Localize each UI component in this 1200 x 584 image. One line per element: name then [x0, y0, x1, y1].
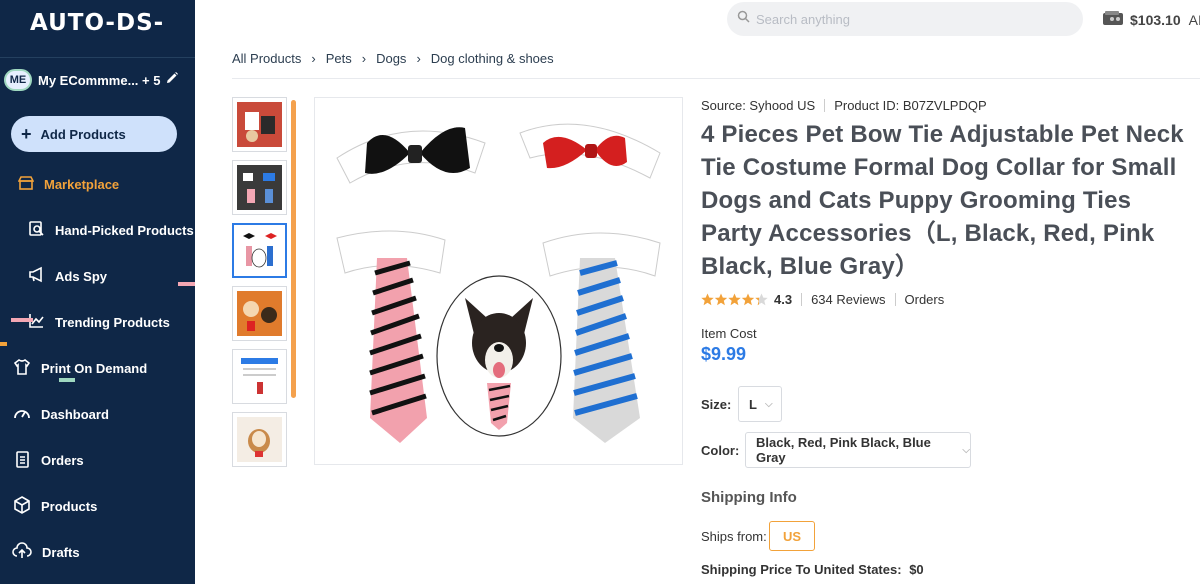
thumbnail-6[interactable]: [232, 412, 287, 467]
add-products-label: Add Products: [40, 126, 126, 142]
add-products-button[interactable]: + Add Products: [11, 116, 177, 152]
gauge-icon: [13, 404, 31, 425]
orders-count: Orders: [904, 292, 945, 307]
product-rating: 4.3 634 Reviews Orders: [701, 292, 944, 307]
sidebar-item-label: Hand-Picked Products: [55, 222, 194, 238]
color-select[interactable]: Black, Red, Pink Black, Blue Gray ⌵: [745, 432, 971, 468]
shipping-price: Shipping Price To United States: $0: [701, 562, 924, 577]
reviews-count[interactable]: 634 Reviews: [811, 292, 885, 307]
decorative-highlight: [11, 318, 33, 322]
search-bar[interactable]: [727, 2, 1083, 36]
product-meta: Source: Syhood US Product ID: B07ZVLPDQP: [701, 98, 987, 113]
size-label: Size:: [701, 397, 732, 412]
breadcrumb-all-products[interactable]: All Products: [232, 51, 301, 66]
sidebar-item-label: Drafts: [42, 544, 80, 560]
size-select[interactable]: L ⌵: [738, 386, 782, 422]
sidebar-item-drafts[interactable]: Drafts: [0, 537, 195, 567]
pencil-icon[interactable]: [165, 71, 179, 90]
breadcrumb-dogs[interactable]: Dogs: [376, 51, 406, 66]
thumbnail-4[interactable]: [232, 286, 287, 341]
rating-score: 4.3: [774, 292, 793, 307]
store-icon: [17, 175, 35, 194]
sidebar-item-label: Orders: [41, 452, 84, 468]
thumbnail-2[interactable]: [232, 160, 287, 215]
hand-picked-icon: [28, 220, 45, 240]
sidebar-item-marketplace[interactable]: Marketplace: [0, 169, 195, 199]
thumbnail-1[interactable]: [232, 97, 287, 152]
star-rating: [701, 293, 769, 306]
item-cost-value: $9.99: [701, 344, 747, 364]
sidebar-item-label: Marketplace: [44, 176, 120, 192]
sidebar-item-orders[interactable]: Orders: [0, 445, 195, 475]
sidebar-item-hand-picked-products[interactable]: Hand-Picked Products: [0, 215, 195, 245]
wallet-balance[interactable]: $103.10 AI:: [1102, 10, 1200, 29]
product-title: 4 Pieces Pet Bow Tie Adjustable Pet Neck…: [701, 121, 1184, 280]
chevron-right-icon: ›: [311, 51, 316, 66]
breadcrumb-dog-clothing[interactable]: Dog clothing & shoes: [431, 51, 554, 66]
store-avatar: ME: [4, 69, 32, 91]
chevron-right-icon: ›: [416, 51, 421, 66]
thumbnail-3[interactable]: [232, 223, 287, 278]
store-selector[interactable]: ME My ECommme... + 5: [4, 68, 189, 92]
item-cost-label: Item Cost: [701, 326, 757, 341]
sidebar-item-label: Trending Products: [55, 314, 170, 330]
autods-logo[interactable]: AUTO-DS-: [30, 10, 164, 36]
divider: [801, 293, 803, 306]
decorative-highlight: [178, 282, 195, 286]
chevron-down-icon: ⌵: [962, 444, 970, 456]
breadcrumb: All Products › Pets › Dogs › Dog clothin…: [232, 51, 554, 66]
sidebar-item-print-on-demand[interactable]: Print On Demand: [0, 353, 195, 383]
wallet-icon: [1102, 10, 1124, 29]
chevron-down-icon: ⌵: [764, 398, 773, 410]
ships-from-label: Ships from:: [701, 529, 767, 544]
store-name: My ECommme... + 5: [38, 72, 161, 88]
sidebar: AUTO-DS- ME My ECommme... + 5 + Add Prod…: [0, 0, 195, 584]
cloud-upload-icon: [12, 541, 32, 563]
color-label: Color:: [701, 443, 740, 458]
product-id: Product ID: B07ZVLPDQP: [834, 98, 987, 113]
clipboard-icon: [14, 450, 31, 471]
product-source: Source: Syhood US: [701, 98, 816, 113]
sidebar-item-products[interactable]: Products: [0, 491, 195, 521]
sidebar-item-ads-spy[interactable]: Ads Spy: [0, 261, 195, 291]
box-icon: [13, 495, 31, 517]
size-value: L: [749, 396, 757, 412]
shipping-info-heading: Shipping Info: [701, 489, 797, 506]
trending-chart-icon: [28, 312, 45, 332]
sidebar-item-dashboard[interactable]: Dashboard: [0, 399, 195, 429]
breadcrumb-pets[interactable]: Pets: [326, 51, 352, 66]
thumbnail-5[interactable]: [232, 349, 287, 404]
chevron-right-icon: ›: [361, 51, 367, 66]
ai-credits-label: AI:: [1188, 11, 1200, 28]
sidebar-item-label: Ads Spy: [55, 268, 108, 284]
sidebar-item-label: Print On Demand: [41, 360, 148, 376]
shipping-price-label: Shipping Price To United States:: [701, 562, 902, 577]
decorative-highlight: [0, 342, 7, 346]
sidebar-divider: [0, 57, 195, 58]
decorative-highlight: [59, 378, 75, 382]
plus-icon: +: [21, 123, 32, 144]
wallet-amount: $103.10: [1130, 11, 1181, 28]
shipping-price-value: $0: [909, 562, 924, 577]
header-divider: [232, 78, 1200, 79]
sidebar-item-trending-products[interactable]: Trending Products: [0, 307, 195, 337]
search-icon: [737, 10, 750, 28]
thumbnail-scrollbar[interactable]: [291, 100, 296, 398]
search-input[interactable]: [756, 11, 1056, 27]
sidebar-item-label: Products: [41, 498, 98, 514]
tshirt-icon: [13, 358, 31, 379]
ships-from-country-button[interactable]: US: [769, 521, 815, 551]
divider: [824, 99, 826, 112]
divider: [894, 293, 896, 306]
sidebar-item-label: Dashboard: [41, 406, 109, 422]
megaphone-icon: [28, 266, 45, 286]
color-value: Black, Red, Pink Black, Blue Gray: [756, 435, 931, 465]
main-product-image[interactable]: [314, 97, 683, 465]
